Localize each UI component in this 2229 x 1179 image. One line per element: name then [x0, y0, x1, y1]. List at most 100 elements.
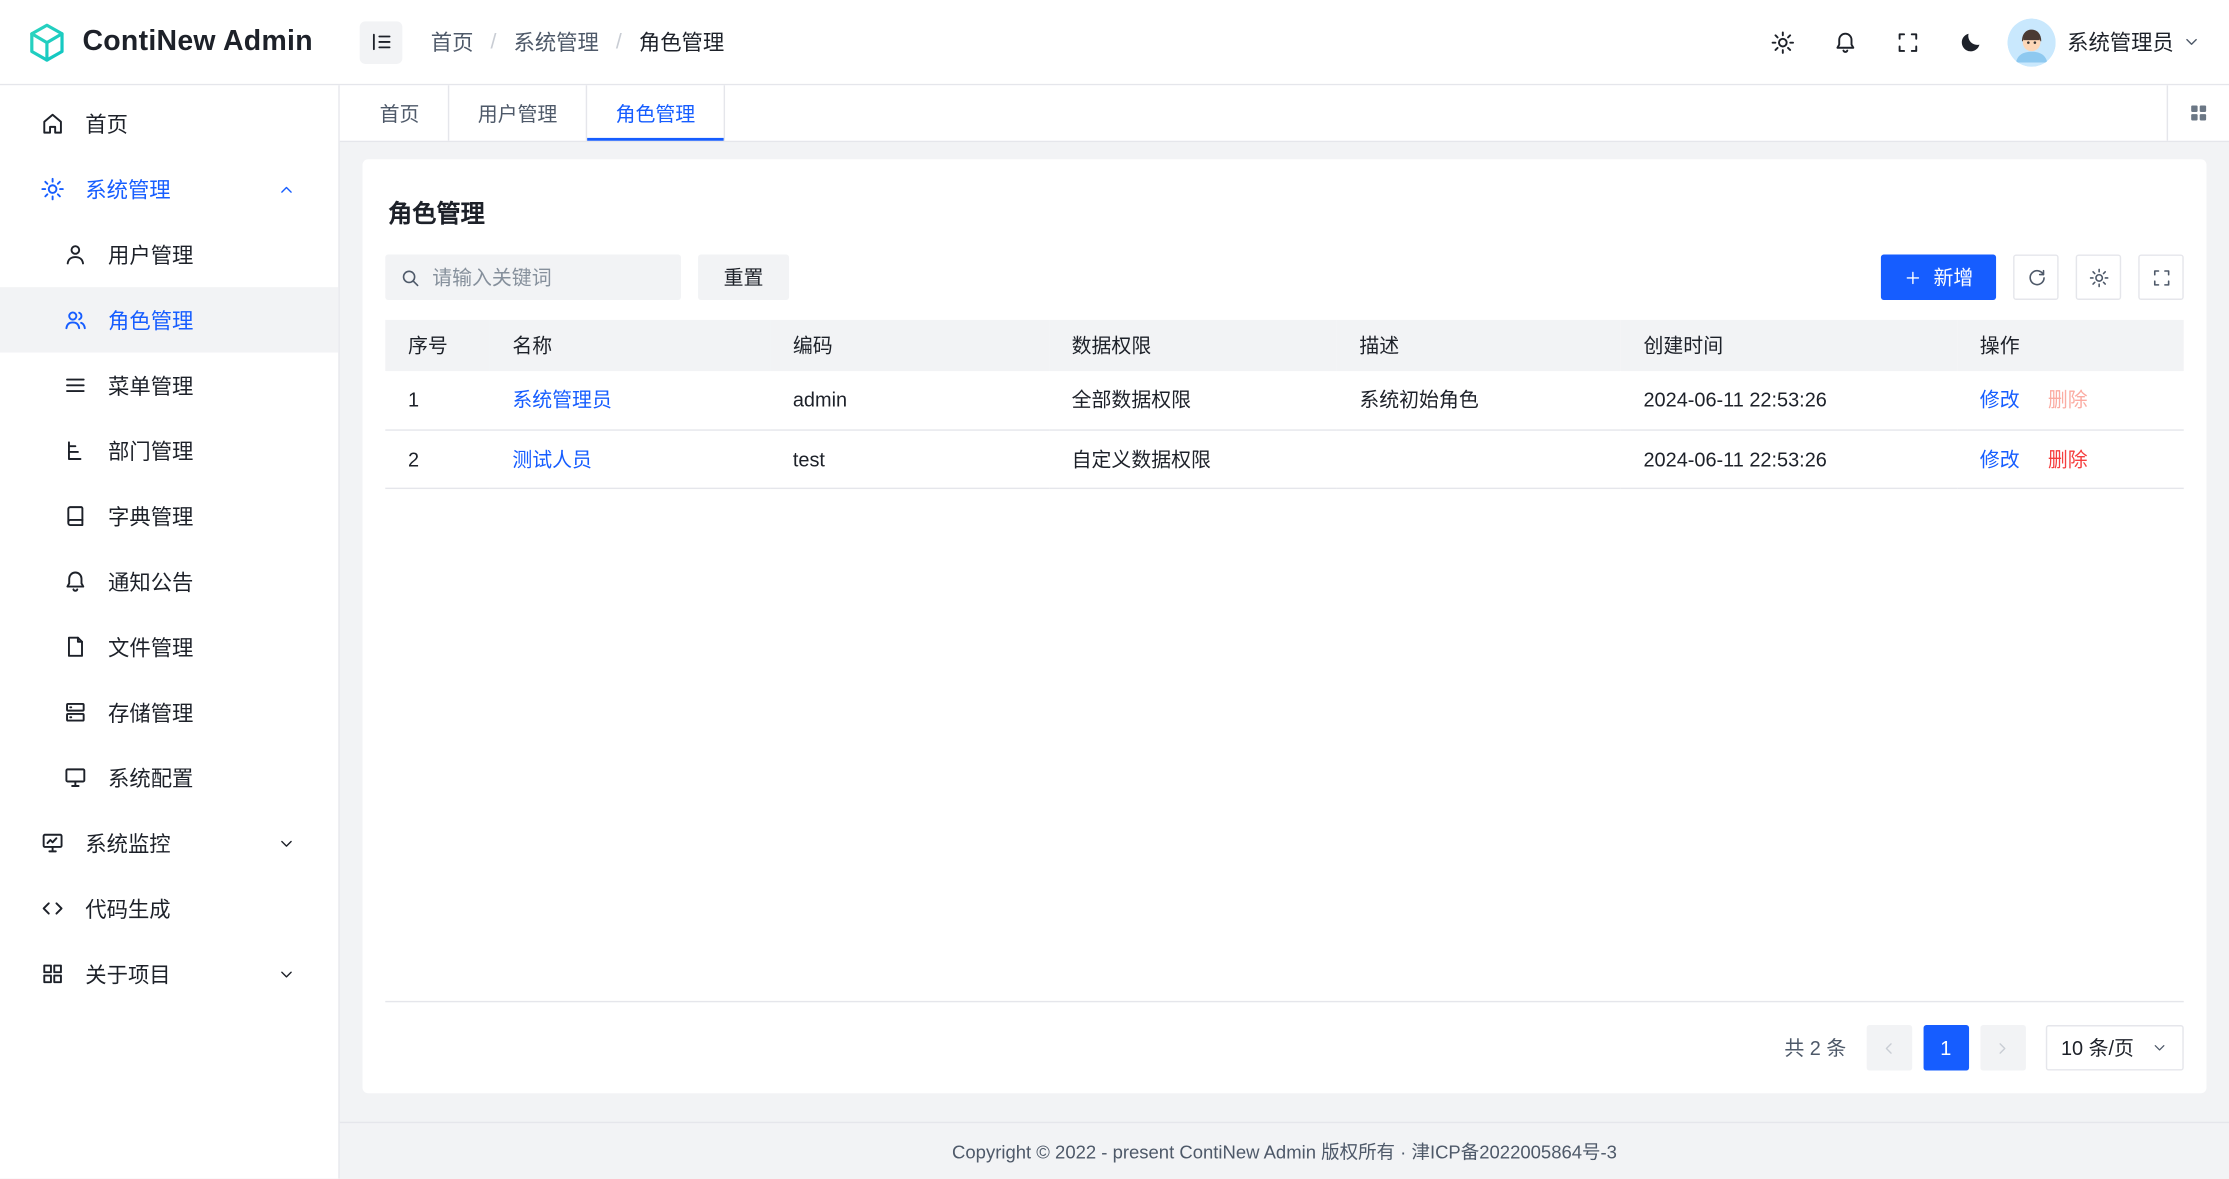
delete-link[interactable]: 删除 — [2048, 447, 2088, 470]
chevron-left-icon — [1880, 1039, 1898, 1057]
search-input[interactable] — [432, 266, 667, 289]
logo-area[interactable]: ContiNew Admin — [0, 21, 340, 64]
avatar[interactable] — [2007, 18, 2055, 66]
grid-icon — [40, 961, 66, 987]
sidebar-item-label: 文件管理 — [108, 632, 193, 662]
refresh-icon — [2025, 267, 2046, 288]
page-number-button[interactable]: 1 — [1923, 1025, 1968, 1070]
sidebar-item-user-mgmt[interactable]: 用户管理 — [0, 222, 338, 287]
page-content: 角色管理 重置 — [340, 142, 2229, 1122]
column-settings-button[interactable] — [2076, 254, 2121, 299]
add-button[interactable]: 新增 — [1881, 254, 1996, 299]
sidebar-item-label: 关于项目 — [85, 959, 170, 989]
gear-icon — [2088, 267, 2109, 288]
tab-label: 首页 — [380, 99, 420, 127]
sidebar-item-storage-mgmt[interactable]: 存储管理 — [0, 680, 338, 745]
user-menu[interactable]: 系统管理员 — [2067, 27, 2201, 57]
cell-index: 2 — [385, 429, 489, 487]
chevron-down-icon — [2151, 1039, 2168, 1056]
page-size-value: 10 条/页 — [2061, 1034, 2134, 1062]
table-fullscreen-button[interactable] — [2138, 254, 2183, 299]
sidebar-item-notice[interactable]: 通知公告 — [0, 549, 338, 614]
chevron-down-icon — [277, 834, 295, 852]
cell-created-at: 2024-06-11 22:53:26 — [1621, 429, 1957, 487]
notifications-button[interactable] — [1820, 16, 1871, 67]
bell-icon — [63, 569, 89, 595]
tabbar: 首页 用户管理 角色管理 — [340, 85, 2229, 142]
modify-link[interactable]: 修改 — [1980, 447, 2020, 470]
cell-code: test — [770, 429, 1049, 487]
role-name-link[interactable]: 测试人员 — [512, 447, 592, 470]
delete-link-disabled: 删除 — [2048, 388, 2088, 411]
plus-icon — [1904, 268, 1922, 286]
sidebar-item-system-config[interactable]: 系统配置 — [0, 745, 338, 810]
tab-list-button[interactable] — [2167, 85, 2229, 140]
tab-home[interactable]: 首页 — [351, 85, 449, 140]
role-name-link[interactable]: 系统管理员 — [512, 388, 612, 411]
monitor-chart-icon — [40, 830, 66, 856]
sidebar-item-menu-mgmt[interactable]: 菜单管理 — [0, 353, 338, 418]
cell-description: 系统初始角色 — [1337, 371, 1621, 429]
breadcrumb-separator: / — [616, 30, 622, 54]
sidebar-item-role-mgmt[interactable]: 角色管理 — [0, 287, 338, 352]
col-created-at: 创建时间 — [1621, 320, 1957, 371]
next-page-button[interactable] — [1980, 1025, 2025, 1070]
breadcrumb-system-mgmt[interactable]: 系统管理 — [514, 27, 599, 57]
search-icon — [399, 267, 420, 288]
gear-icon — [1770, 29, 1796, 55]
header-actions: 系统管理员 — [1757, 16, 2229, 67]
moon-icon — [1958, 29, 1984, 55]
footer: Copyright © 2022 - present ContiNew Admi… — [340, 1122, 2229, 1179]
sidebar-item-system-mgmt[interactable]: 系统管理 — [0, 156, 338, 221]
users-icon — [63, 307, 89, 333]
grid-icon — [2188, 102, 2209, 123]
tab-role-mgmt[interactable]: 角色管理 — [587, 85, 725, 140]
fullscreen-icon — [2150, 267, 2171, 288]
refresh-button[interactable] — [2013, 254, 2058, 299]
menu-lines-icon — [63, 372, 89, 398]
search-box — [385, 254, 681, 299]
book-icon — [63, 503, 89, 529]
collapse-sidebar-button[interactable] — [360, 21, 403, 64]
tab-label: 角色管理 — [616, 99, 696, 127]
reset-button[interactable]: 重置 — [698, 254, 789, 299]
sidebar-item-home[interactable]: 首页 — [0, 91, 338, 156]
sidebar-item-label: 部门管理 — [108, 436, 193, 466]
file-icon — [63, 634, 89, 660]
main-area: 首页 用户管理 角色管理 角色管理 — [340, 85, 2229, 1178]
sidebar-item-code-gen[interactable]: 代码生成 — [0, 876, 338, 941]
sidebar-item-label: 首页 — [85, 109, 128, 139]
cell-data-scope: 全部数据权限 — [1049, 371, 1337, 429]
app-logo-icon — [26, 21, 69, 64]
fullscreen-button[interactable] — [1882, 16, 1933, 67]
top-header: ContiNew Admin 首页 / 系统管理 / 角色管理 — [0, 0, 2229, 85]
home-icon — [40, 111, 66, 137]
sidebar-item-label: 通知公告 — [108, 567, 193, 597]
collapse-sidebar-icon — [369, 30, 393, 54]
app-root: ContiNew Admin 首页 / 系统管理 / 角色管理 — [0, 0, 2229, 1179]
monitor-icon — [63, 765, 89, 791]
sidebar-item-file-mgmt[interactable]: 文件管理 — [0, 614, 338, 679]
gear-icon — [40, 176, 66, 202]
prev-page-button[interactable] — [1866, 1025, 1911, 1070]
sidebar-item-system-monitor[interactable]: 系统监控 — [0, 810, 338, 875]
sidebar-item-label: 系统管理 — [85, 174, 170, 204]
theme-toggle-button[interactable] — [1945, 16, 1996, 67]
col-operations: 操作 — [1957, 320, 2184, 371]
chevron-down-icon — [2182, 33, 2200, 51]
tab-user-mgmt[interactable]: 用户管理 — [449, 85, 587, 140]
sidebar-item-dept-mgmt[interactable]: 部门管理 — [0, 418, 338, 483]
sidebar-item-dict-mgmt[interactable]: 字典管理 — [0, 483, 338, 548]
table-row: 1 系统管理员 admin 全部数据权限 系统初始角色 2024-06-11 2… — [385, 371, 2183, 429]
sidebar-item-label: 存储管理 — [108, 697, 193, 727]
cell-description — [1337, 429, 1621, 487]
settings-button[interactable] — [1757, 16, 1808, 67]
sidebar-item-label: 角色管理 — [108, 305, 193, 335]
modify-link[interactable]: 修改 — [1980, 388, 2020, 411]
breadcrumb-home[interactable]: 首页 — [431, 27, 474, 57]
page-size-select[interactable]: 10 条/页 — [2045, 1025, 2183, 1070]
col-index: 序号 — [385, 320, 489, 371]
cell-created-at: 2024-06-11 22:53:26 — [1621, 371, 1957, 429]
sidebar-item-about[interactable]: 关于项目 — [0, 941, 338, 1006]
pagination-total: 共 2 条 — [1784, 1034, 1846, 1062]
